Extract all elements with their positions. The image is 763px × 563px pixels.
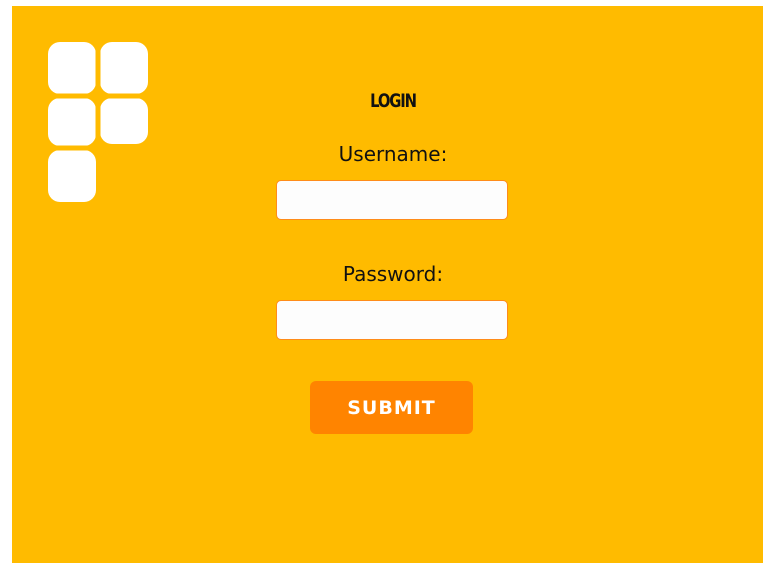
submit-button[interactable]: SUBMIT — [310, 381, 473, 434]
login-panel: LOGIN Username: Password: SUBMIT — [12, 6, 763, 563]
login-title: LOGIN — [370, 90, 417, 112]
password-label: Password: — [342, 262, 444, 286]
username-input[interactable] — [276, 180, 508, 220]
username-label: Username: — [338, 142, 448, 166]
password-input[interactable] — [276, 300, 508, 340]
brand-logo-icon — [48, 42, 148, 202]
